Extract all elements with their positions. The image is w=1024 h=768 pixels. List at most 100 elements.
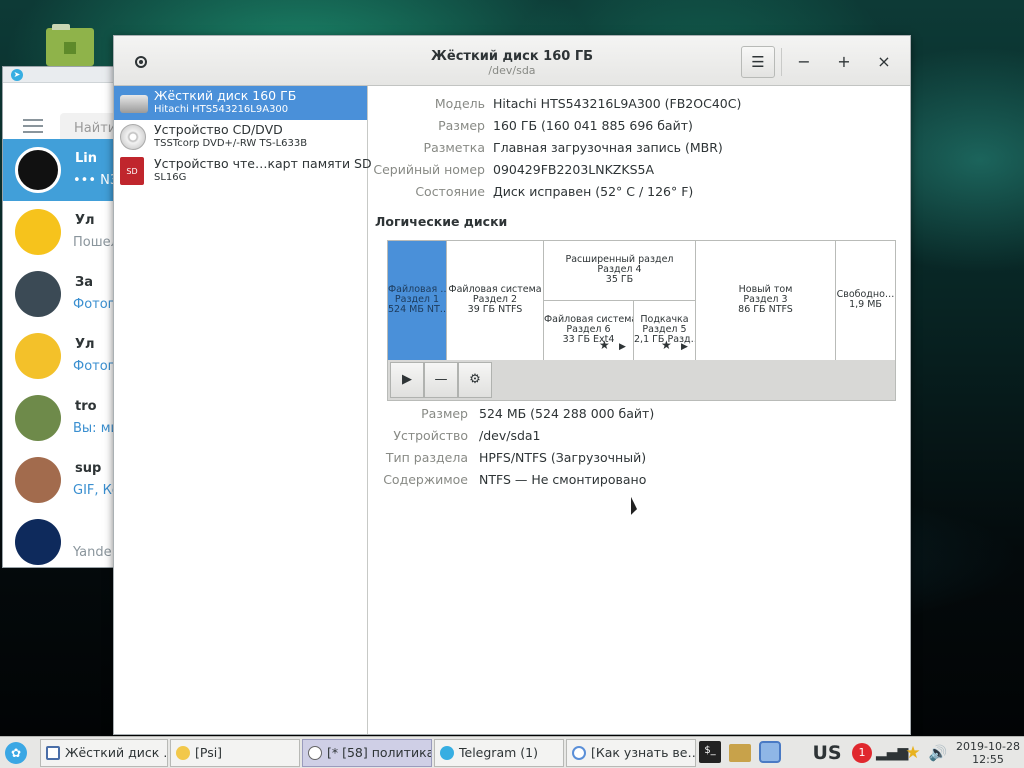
serial-label: Серийный номер [373,162,485,177]
device-name: Жёсткий диск 160 ГБ [154,88,297,103]
partition-2[interactable]: Файловая система Раздел 2 39 ГБ NTFS [447,241,544,360]
partition-device-label: Устройство [393,428,468,443]
star-icon [176,746,190,760]
window-subtitle: /dev/sda [488,64,536,77]
extended-partition-4[interactable]: Расширенный раздел Раздел 4 35 ГБ [544,241,696,301]
chat-bubble-icon [308,746,322,760]
device-list: Жёсткий диск 160 ГБ Hitachi HTS543216L9A… [114,86,372,734]
device-item-cd-dvd[interactable]: Устройство CD/DVD TSSTcorp DVD+/-RW TS-L… [114,120,367,154]
sd-card-icon: SD [120,157,144,185]
keyboard-layout-indicator[interactable]: US [808,741,846,765]
notification-badge[interactable]: 1 [850,741,874,765]
chat-preview: ••• N3 [73,173,114,188]
network-signal-icon[interactable]: ▂▄▆ [876,741,908,765]
partition-settings-button[interactable]: ⚙ [458,362,492,398]
hamburger-menu-icon[interactable] [23,119,43,133]
state-label: Состояние [415,184,485,199]
avatar [15,333,61,379]
task-chat[interactable]: [* [58] политика] [302,739,432,767]
close-button[interactable]: × [872,50,896,74]
model-value: Hitachi HTS543216L9A300 (FB2OC40C) [493,96,742,111]
device-name: Устройство CD/DVD [154,122,283,137]
disks-window: Жёсткий диск 160 ГБ /dev/sda ☰ − + × Жёс… [113,35,911,735]
avatar [15,147,61,193]
clock-date: 2019-10-28 [956,740,1020,753]
chat-list-item[interactable]: Ул Фотогр [3,325,113,387]
free-space[interactable]: Свободно… 1,9 МБ [836,241,895,360]
task-psi[interactable]: [Psi] [170,739,300,767]
psi-star-icon[interactable]: ★ [901,741,925,765]
optical-drive-icon [120,124,146,150]
chat-list-item[interactable]: Yande [3,511,113,567]
avatar [15,457,61,503]
task-disks[interactable]: Жёсткий диск … [40,739,168,767]
partition-type-value: HPFS/NTFS (Загрузочный) [479,450,647,465]
device-model: SL16G [154,172,187,183]
size-value: 160 ГБ (160 041 885 696 байт) [493,118,693,133]
chat-name: sup [75,461,102,476]
partition-3[interactable]: Новый том Раздел 3 86 ГБ NTFS [696,241,836,360]
telegram-icon: ➤ [11,69,23,81]
telegram-titlebar: ➤ [3,67,113,83]
file-manager-icon[interactable] [729,741,753,765]
device-item-sd-reader[interactable]: SD Устройство чте…карт памяти SD SL16G [114,154,372,188]
header-separator [781,48,782,76]
partition-5[interactable]: Подкачка Раздел 5 2,1 ГБ Разд… ★ ▶ [634,301,696,360]
telegram-icon [440,746,454,760]
terminal-icon[interactable]: $_ [699,741,723,765]
state-value: Диск исправен (52° C / 126° F) [493,184,694,199]
clock-time: 12:55 [972,753,1004,766]
star-icon: ★ [599,338,610,352]
partition-contents-label: Содержимое [383,472,468,487]
delete-partition-button[interactable]: — [424,362,458,398]
chat-list-item[interactable]: tro Вы: ми [3,387,113,449]
device-model: Hitachi HTS543216L9A300 [154,104,289,115]
chat-name: Ул [75,337,95,352]
drive-details: Модель Hitachi HTS543216L9A300 (FB2OC40C… [369,86,910,734]
clock[interactable]: 2019-10-28 12:55 [952,740,1024,766]
volume-icon[interactable]: 🔊 [926,741,950,765]
chat-list-item[interactable]: sup GIF, Ко [3,449,113,511]
device-name: Устройство чте…карт памяти SD [154,156,372,171]
window-icon [46,746,60,760]
chat-list-item[interactable]: За Фотогр [3,263,114,325]
chat-preview: GIF, Ко [73,483,113,498]
maximize-button[interactable]: + [832,50,856,74]
chat-preview: Пошел [73,235,113,250]
play-icon: ▶ [681,342,688,352]
partitioning-value: Главная загрузочная запись (MBR) [493,140,723,155]
partition-size-value: 524 МБ (524 288 000 байт) [479,406,655,421]
partition-1[interactable]: Файловая … Раздел 1 524 МБ NT… [388,241,447,360]
minimize-button[interactable]: − [792,50,816,74]
partition-size-label: Размер [421,406,468,421]
mount-button[interactable]: ▶ [390,362,424,398]
device-item-hdd[interactable]: Жёсткий диск 160 ГБ Hitachi HTS543216L9A… [114,86,367,120]
chat-list: Lin ••• N3 Ул Пошел За Фотогр Ул Фотогр … [3,139,114,567]
avatar [15,209,61,255]
chat-name: Ул [75,213,95,228]
partition-device-value: /dev/sda1 [479,428,541,443]
header-bar: Жёсткий диск 160 ГБ /dev/sda ☰ − + × [114,36,910,86]
home-folder-icon[interactable] [46,24,94,66]
partitioning-label: Разметка [423,140,485,155]
task-browser[interactable]: [Как узнать ве… [566,739,696,767]
taskbar: ✿ Жёсткий диск … [Psi] [* [58] политика]… [0,736,1024,768]
task-telegram[interactable]: Telegram (1) [434,739,564,767]
chat-list-item[interactable]: Ул Пошел [3,201,113,263]
chat-list-item[interactable]: Lin ••• N3 [3,139,114,201]
avatar [15,271,61,317]
window-title: Жёсткий диск 160 ГБ [430,49,594,64]
telegram-window: ➤ Найти Lin ••• N3 Ул Пошел За Фотогр Ул… [2,66,114,568]
hard-disk-icon [120,95,148,113]
chat-preview: Вы: ми [73,421,113,436]
partition-6[interactable]: Файловая система Раздел 6 33 ГБ Ext4 ★ ▶ [544,301,634,360]
browser-launcher-icon[interactable] [759,741,783,765]
start-menu-icon[interactable]: ✿ [5,742,27,764]
menu-button[interactable]: ☰ [741,46,775,78]
device-model: TSSTcorp DVD+/-RW TS-L633B [154,138,308,149]
chat-preview: Фотогр [73,297,114,312]
star-icon: ★ [661,338,672,352]
mouse-cursor-icon [631,496,637,518]
chat-name: tro [75,399,97,414]
chat-name: За [75,275,94,290]
